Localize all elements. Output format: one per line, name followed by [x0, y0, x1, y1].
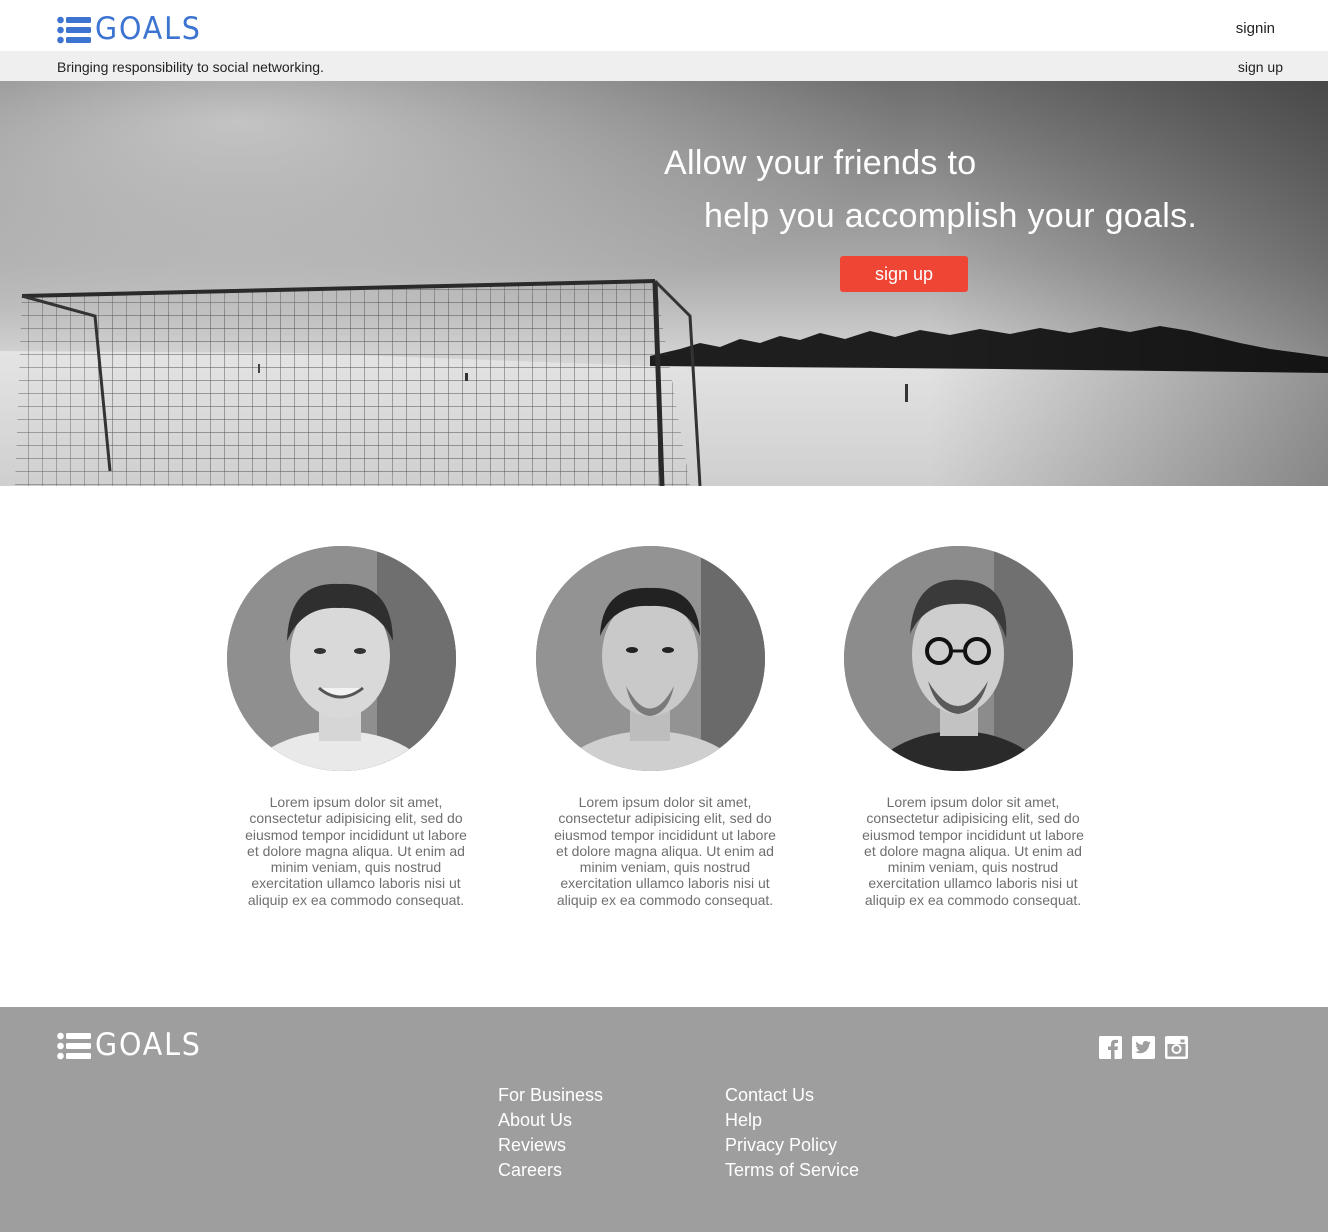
signup-link[interactable]: sign up [1238, 59, 1283, 75]
hero-headline-line1: Allow your friends to [664, 144, 977, 182]
footer-link-about-us[interactable]: About Us [498, 1110, 572, 1130]
footer-link-careers[interactable]: Careers [498, 1160, 562, 1180]
footer-links-company: For Business About Us Reviews Careers [498, 1083, 603, 1183]
footer-brand-logo[interactable]: GOALS [57, 1030, 211, 1061]
avatar [227, 546, 456, 771]
tagline-bar: Bringing responsibility to social networ… [0, 51, 1328, 81]
facebook-icon[interactable] [1099, 1036, 1122, 1059]
team-card-text: Lorem ipsum dolor sit amet, consectetur … [862, 794, 1084, 908]
team-card-text: Lorem ipsum dolor sit amet, consectetur … [554, 794, 776, 908]
hero-signup-button[interactable]: sign up [840, 256, 968, 292]
hero-headline-line2: help you accomplish your goals. [704, 197, 1198, 235]
list-icon [57, 1032, 91, 1059]
top-bar: GOALS signin [0, 0, 1328, 51]
twitter-icon[interactable] [1132, 1036, 1155, 1059]
person-photo-3 [844, 546, 1073, 771]
brand-name: GOALS [95, 11, 202, 47]
footer-link-privacy-policy[interactable]: Privacy Policy [725, 1135, 837, 1155]
footer-link-item[interactable]: Help [725, 1108, 859, 1133]
footer-link-item[interactable]: Careers [498, 1158, 603, 1183]
footer-link-item[interactable]: About Us [498, 1108, 603, 1133]
footer-link-contact-us[interactable]: Contact Us [725, 1085, 814, 1105]
signin-link[interactable]: signin [1236, 20, 1275, 37]
footer-link-reviews[interactable]: Reviews [498, 1135, 566, 1155]
footer-link-terms[interactable]: Terms of Service [725, 1160, 859, 1180]
footer-link-item[interactable]: Reviews [498, 1133, 603, 1158]
footer-link-item[interactable]: For Business [498, 1083, 603, 1108]
avatar [844, 546, 1073, 771]
footer-link-item[interactable]: Contact Us [725, 1083, 859, 1108]
brand-logo[interactable]: GOALS [57, 14, 211, 45]
person-photo-2 [536, 546, 765, 771]
tagline: Bringing responsibility to social networ… [57, 59, 324, 75]
instagram-icon[interactable] [1165, 1036, 1188, 1059]
list-icon [57, 16, 91, 43]
avatar [536, 546, 765, 771]
team-card-text: Lorem ipsum dolor sit amet, consectetur … [245, 794, 467, 908]
footer-links-support: Contact Us Help Privacy Policy Terms of … [725, 1083, 859, 1183]
footer-brand-name: GOALS [95, 1027, 202, 1063]
footer-link-item[interactable]: Privacy Policy [725, 1133, 859, 1158]
hero-banner: Allow your friends to help you accomplis… [0, 81, 1328, 486]
footer-link-help[interactable]: Help [725, 1110, 762, 1130]
person-photo-1 [227, 546, 456, 771]
soccer-goal-in-snow-image [0, 81, 1328, 486]
footer-link-for-business[interactable]: For Business [498, 1085, 603, 1105]
footer-link-item[interactable]: Terms of Service [725, 1158, 859, 1183]
